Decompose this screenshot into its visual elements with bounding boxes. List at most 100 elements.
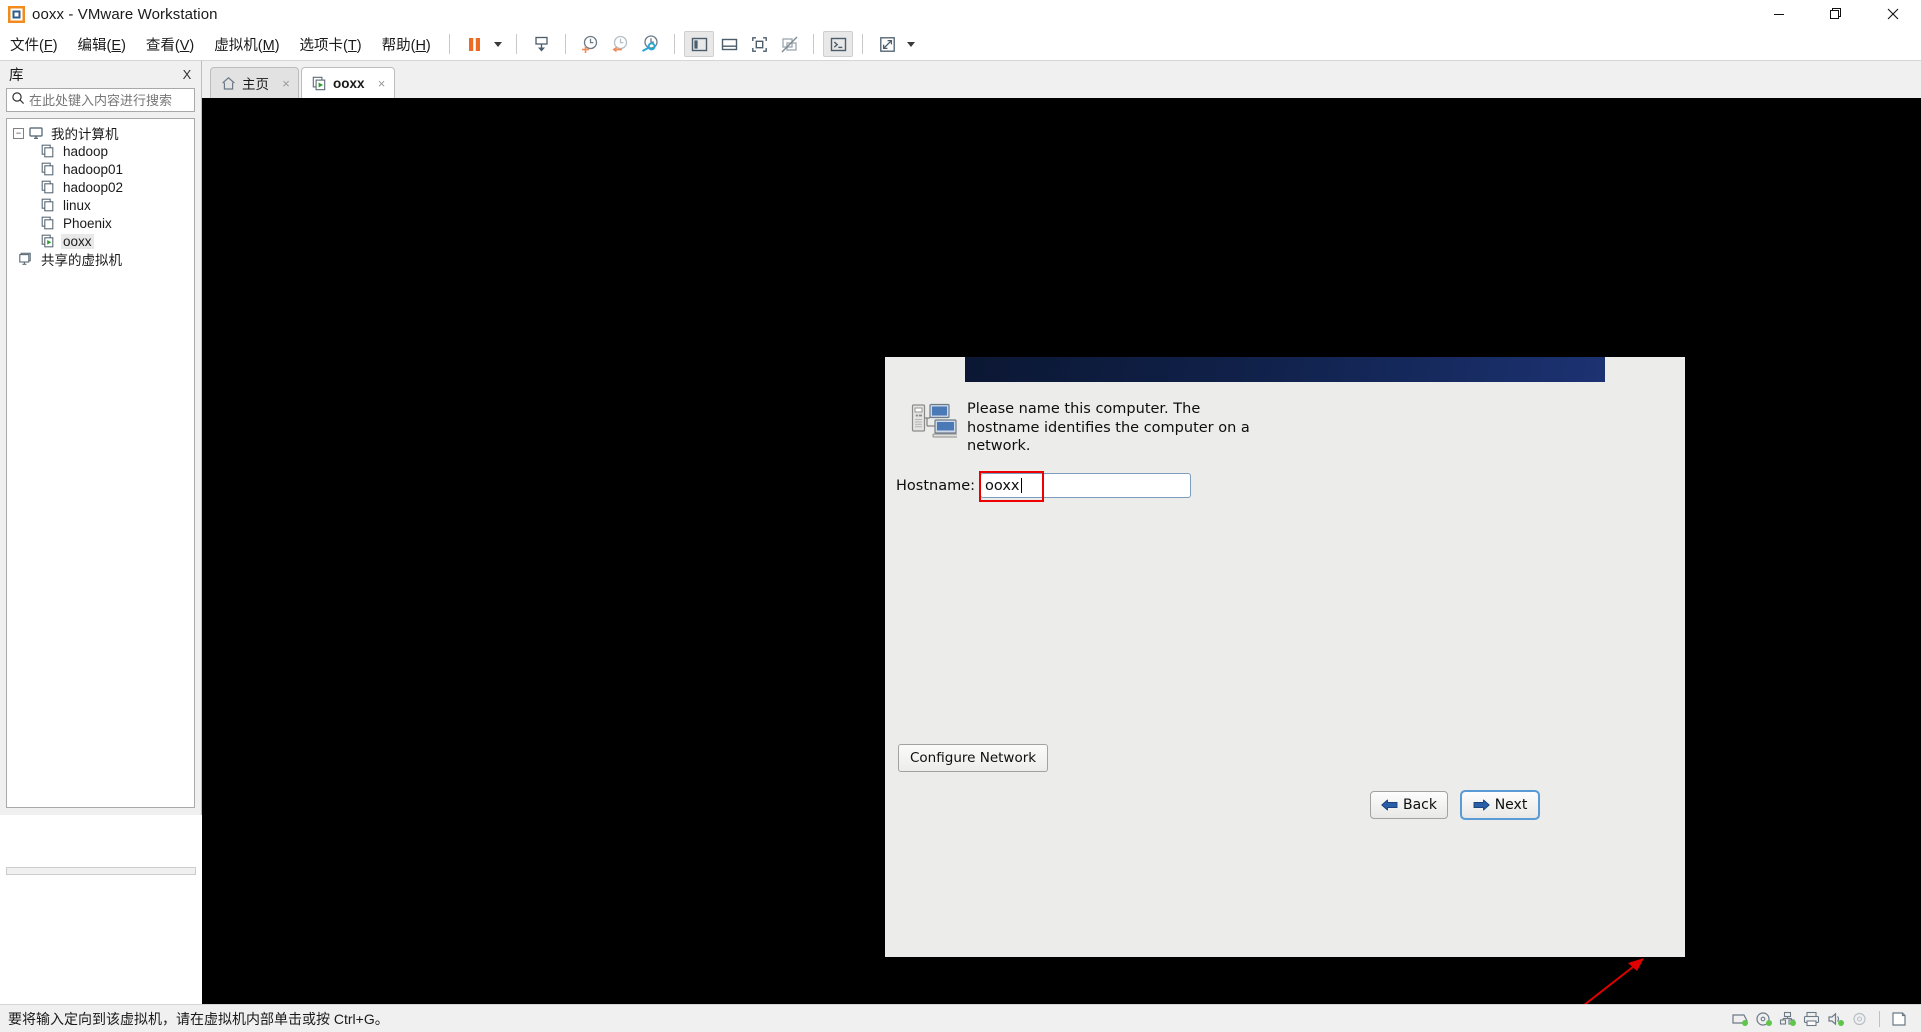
- tree-item-label: hadoop02: [63, 179, 124, 195]
- status-bar: 要将输入定向到该虚拟机，请在虚拟机内部单击或按 Ctrl+G。: [0, 1004, 1921, 1032]
- menu-tabs-accel: T: [347, 37, 357, 54]
- tab-ooxx-close-icon[interactable]: ×: [375, 76, 389, 91]
- usb-icon[interactable]: [1851, 1011, 1869, 1027]
- hostname-input[interactable]: ooxx: [979, 471, 1192, 503]
- vm-icon: [41, 198, 55, 212]
- menu-edit[interactable]: 编辑(E): [68, 30, 136, 59]
- home-icon: [221, 76, 236, 91]
- library-horizontal-scrollbar[interactable]: [6, 867, 196, 875]
- tree-root-label: 我的计算机: [51, 127, 119, 142]
- menu-help-label: 帮助(: [381, 37, 416, 54]
- sound-card-icon[interactable]: [1827, 1011, 1845, 1027]
- stretch-dropdown[interactable]: [902, 31, 920, 57]
- tree-item-shared-vms[interactable]: 共享的虚拟机: [7, 250, 194, 268]
- installer-intro: Please name this computer. The hostname …: [885, 382, 1685, 456]
- library-search[interactable]: [6, 86, 218, 112]
- tree-item-hadoop01[interactable]: hadoop01: [7, 160, 194, 178]
- status-device-icons: [1728, 1010, 1921, 1027]
- computer-network-icon: [911, 400, 963, 456]
- cd-dvd-icon[interactable]: [1755, 1011, 1773, 1027]
- tab-home[interactable]: 主页 ×: [210, 67, 299, 98]
- back-button-label: Back: [1403, 797, 1437, 813]
- tree-item-label: Phoenix: [63, 215, 112, 231]
- tab-ooxx-label: ooxx: [333, 75, 365, 91]
- menu-view[interactable]: 查看(V): [136, 30, 204, 59]
- menu-view-label: 查看(: [145, 37, 180, 54]
- tab-home-label: 主页: [242, 77, 269, 92]
- enter-fullscreen-button[interactable]: [744, 31, 774, 57]
- tree-item-phoenix[interactable]: Phoenix: [7, 214, 194, 232]
- unity-mode-button[interactable]: [774, 31, 804, 57]
- menu-vm[interactable]: 虚拟机(M): [204, 30, 289, 59]
- vm-console[interactable]: Please name this computer. The hostname …: [202, 98, 1921, 1004]
- library-header: 库 X: [0, 61, 201, 88]
- installer-banner: [965, 357, 1605, 382]
- installer-body: Please name this computer. The hostname …: [885, 382, 1685, 957]
- restore-button[interactable]: [1807, 0, 1864, 28]
- toolbar-separator: [516, 34, 517, 54]
- tree-item-hadoop[interactable]: hadoop: [7, 142, 194, 160]
- snapshot-manager-button[interactable]: [635, 31, 665, 57]
- hard-disk-icon[interactable]: [1731, 1011, 1749, 1027]
- send-ctrl-alt-del-button[interactable]: [526, 31, 556, 57]
- terminal-icon: [830, 37, 846, 51]
- menu-edit-label: 编辑(: [77, 37, 112, 54]
- close-button[interactable]: [1864, 0, 1921, 28]
- show-library-button[interactable]: [684, 31, 714, 57]
- tree-item-linux[interactable]: linux: [7, 196, 194, 214]
- arrow-right-icon: [1473, 798, 1490, 812]
- toolbar-separator: [862, 34, 863, 54]
- send-key-icon: [534, 36, 548, 51]
- menu-help[interactable]: 帮助(H): [372, 30, 441, 59]
- menu-file[interactable]: 文件(F): [0, 30, 68, 59]
- installer-description: Please name this computer. The hostname …: [967, 401, 1250, 455]
- window-title: ooxx - VMware Workstation: [32, 5, 218, 23]
- menu-vm-label: 虚拟机(: [214, 37, 263, 54]
- configure-network-button[interactable]: Configure Network: [898, 744, 1049, 772]
- tree-root-my-computer[interactable]: − 我的计算机: [7, 124, 194, 142]
- tree-item-hadoop02[interactable]: hadoop02: [7, 178, 194, 196]
- vmware-logo-icon: [8, 5, 25, 23]
- toolbar-separator: [449, 34, 450, 54]
- show-thumbnail-bar-button[interactable]: [714, 31, 744, 57]
- vm-running-icon: [312, 76, 327, 91]
- tree-item-ooxx[interactable]: ooxx: [7, 232, 194, 250]
- title-bar: ooxx - VMware Workstation: [0, 0, 1921, 28]
- floppy-icon[interactable]: [1890, 1011, 1908, 1027]
- suspend-button[interactable]: [459, 31, 489, 57]
- collapse-twisty-icon[interactable]: −: [13, 127, 24, 139]
- tab-ooxx[interactable]: ooxx ×: [301, 67, 395, 98]
- search-input[interactable]: [25, 91, 207, 109]
- toolbar-separator: [565, 34, 566, 54]
- tree-item-label: hadoop01: [63, 161, 124, 177]
- tab-home-close-icon[interactable]: ×: [279, 76, 293, 91]
- next-button[interactable]: Next: [1460, 790, 1540, 820]
- hostname-row: Hostname: ooxx: [885, 456, 1685, 503]
- annotation-arrow: [1576, 953, 1656, 1004]
- arrow-left-icon: [1381, 798, 1398, 812]
- chevron-down-icon: [907, 41, 915, 47]
- computer-icon: [29, 126, 43, 140]
- take-snapshot-button[interactable]: [575, 31, 605, 57]
- revert-snapshot-button[interactable]: [605, 31, 635, 57]
- menu-tabs[interactable]: 选项卡(T): [290, 30, 372, 59]
- fullscreen-icon: [751, 36, 767, 52]
- library-close-icon[interactable]: X: [179, 67, 195, 82]
- status-separator: [1879, 1010, 1880, 1027]
- menu-tabs-label: 选项卡(: [299, 37, 348, 54]
- vm-icon: [41, 216, 55, 230]
- network-adapter-icon[interactable]: [1779, 1011, 1797, 1027]
- stretch-guest-button[interactable]: [872, 31, 902, 57]
- minimize-button[interactable]: [1750, 0, 1807, 28]
- printer-icon[interactable]: [1803, 1011, 1821, 1027]
- tab-strip: 主页 × ooxx ×: [202, 60, 1921, 98]
- library-tree[interactable]: − 我的计算机 hadoop hadoop01 hadoop02 linux P…: [6, 118, 195, 808]
- library-title: 库: [9, 68, 24, 84]
- power-dropdown[interactable]: [489, 31, 507, 57]
- console-button[interactable]: [823, 31, 853, 57]
- vm-icon: [41, 144, 55, 158]
- library-panel: 库 X − 我的计算机: [0, 60, 218, 875]
- vm-icon: [41, 180, 55, 194]
- back-button[interactable]: Back: [1370, 791, 1448, 819]
- menu-help-accel: H: [415, 37, 426, 54]
